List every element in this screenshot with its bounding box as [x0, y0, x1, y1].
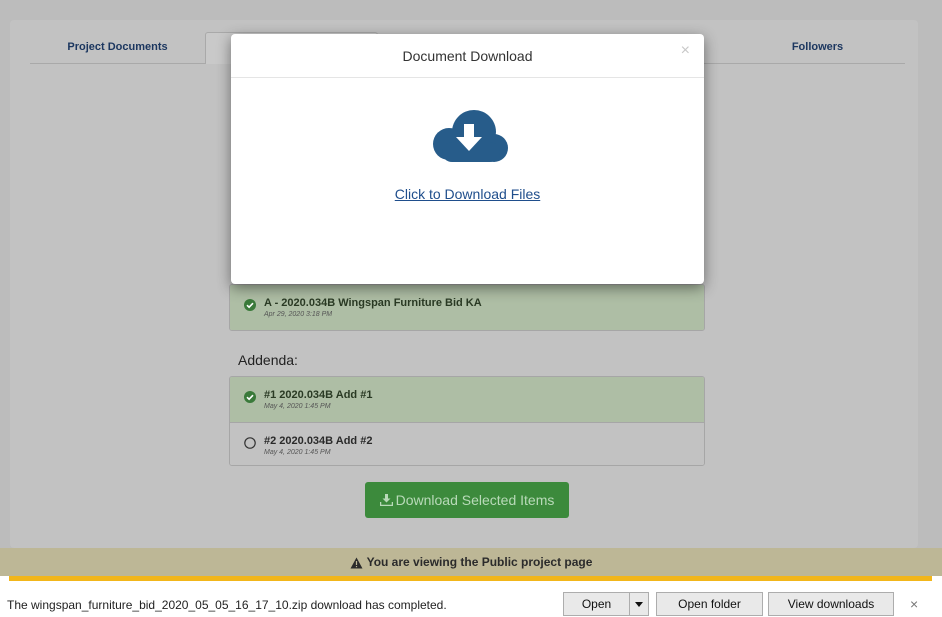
open-folder-button[interactable]: Open folder [656, 592, 763, 616]
document-name: A - 2020.034B Wingspan Furniture Bid KA [264, 297, 482, 309]
notice-text: You are viewing the Public project page [366, 555, 593, 569]
tab-project-documents[interactable]: Project Documents [30, 32, 205, 64]
public-page-notice: You are viewing the Public project page [0, 548, 942, 576]
cloud-download-icon[interactable] [428, 108, 510, 168]
addendum-item[interactable]: #2 2020.034B Add #2 May 4, 2020 1:45 PM [230, 422, 704, 465]
documents-list: A - 2020.034B Wingspan Furniture Bid KA … [229, 284, 705, 331]
close-icon[interactable]: × [910, 596, 918, 612]
download-bar: The wingspan_furniture_bid_2020_05_05_16… [0, 576, 942, 617]
addendum-date: May 4, 2020 1:45 PM [264, 403, 331, 410]
check-circle-icon [244, 299, 256, 311]
addendum-name: #1 2020.034B Add #1 [264, 389, 373, 401]
view-downloads-button[interactable]: View downloads [768, 592, 894, 616]
download-icon [379, 494, 393, 507]
close-icon[interactable]: × [681, 42, 690, 60]
document-download-modal: Document Download × Click to Download Fi… [231, 34, 704, 284]
document-item[interactable]: A - 2020.034B Wingspan Furniture Bid KA … [230, 285, 704, 330]
addenda-heading: Addenda: [238, 352, 298, 368]
modal-header: Document Download × [231, 34, 704, 78]
warning-icon [350, 557, 363, 569]
document-date: Apr 29, 2020 3:18 PM [264, 311, 333, 318]
open-options-button[interactable] [629, 592, 649, 616]
download-complete-message: The wingspan_furniture_bid_2020_05_05_16… [7, 598, 447, 612]
download-selected-label: Download Selected Items [395, 492, 555, 508]
addendum-item[interactable]: #1 2020.034B Add #1 May 4, 2020 1:45 PM [230, 377, 704, 422]
stripe-gap [0, 576, 9, 581]
modal-title: Document Download [402, 48, 533, 64]
download-selected-button[interactable]: Download Selected Items [365, 482, 569, 518]
addendum-date: May 4, 2020 1:45 PM [264, 449, 331, 456]
download-files-link[interactable]: Click to Download Files [231, 186, 704, 202]
chevron-down-icon [635, 602, 643, 608]
check-circle-icon [244, 391, 256, 403]
download-progress-stripe [9, 576, 932, 581]
empty-circle-icon [244, 437, 256, 449]
open-button[interactable]: Open [563, 592, 630, 616]
tab-followers[interactable]: Followers [730, 32, 905, 64]
addendum-name: #2 2020.034B Add #2 [264, 435, 373, 447]
addenda-list: #1 2020.034B Add #1 May 4, 2020 1:45 PM … [229, 376, 705, 466]
